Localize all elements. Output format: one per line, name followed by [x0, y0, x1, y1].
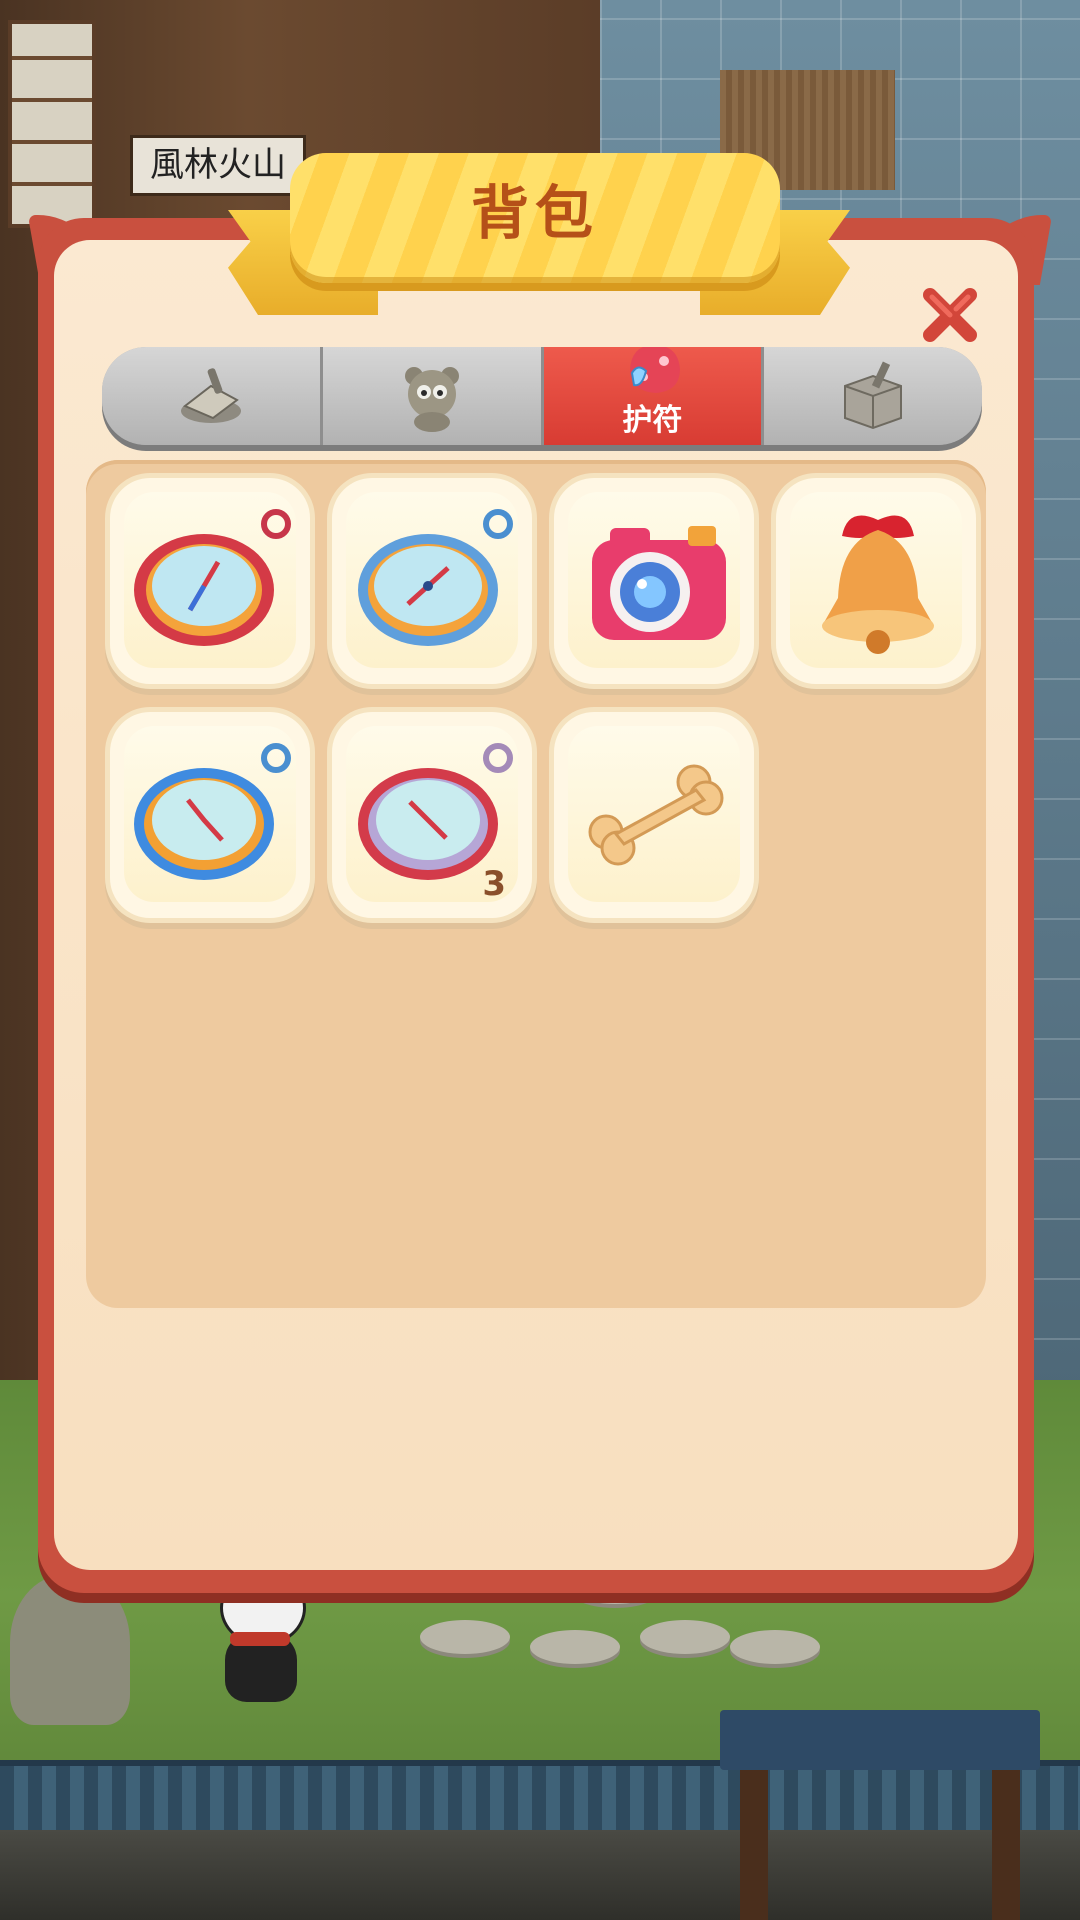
item-count: 3: [482, 864, 506, 904]
inventory-slot[interactable]: 3: [332, 712, 532, 918]
inventory-slot[interactable]: [776, 478, 976, 684]
bell-icon: [822, 515, 934, 654]
blue-compass-icon: [358, 509, 513, 646]
inventory-slot[interactable]: [554, 712, 754, 918]
inventory-slot[interactable]: [110, 478, 310, 684]
calligraphy-sign-text: 風林火山: [150, 145, 286, 185]
tab-charms-label: 护符: [622, 403, 683, 438]
frog-statue: [10, 1575, 130, 1725]
scroll-tools-icon: [180, 368, 241, 423]
pink-camera-icon: [592, 526, 726, 640]
category-tabs: 护符: [102, 347, 982, 445]
tab-toys[interactable]: [322, 347, 544, 445]
teddy-bear-icon: [404, 367, 459, 432]
orange-compass-icon: [134, 743, 291, 880]
inventory-slot[interactable]: [110, 712, 310, 918]
bone-icon: [588, 764, 724, 866]
close-button[interactable]: [920, 285, 980, 345]
calligraphy-sign: 風林火山: [130, 135, 306, 196]
inventory-slot[interactable]: [554, 478, 754, 684]
tab-tools[interactable]: [102, 347, 323, 445]
inventory-slot[interactable]: [332, 478, 532, 684]
garden-gate: [720, 1710, 1040, 1920]
shoji-window: [8, 20, 96, 228]
tab-charms[interactable]: 护符: [543, 347, 765, 445]
red-compass-icon: [134, 509, 291, 646]
tab-crate[interactable]: [764, 347, 982, 445]
panel-title: 背包: [470, 179, 599, 247]
close-x-icon: [923, 288, 977, 342]
crate-icon: [844, 361, 903, 430]
